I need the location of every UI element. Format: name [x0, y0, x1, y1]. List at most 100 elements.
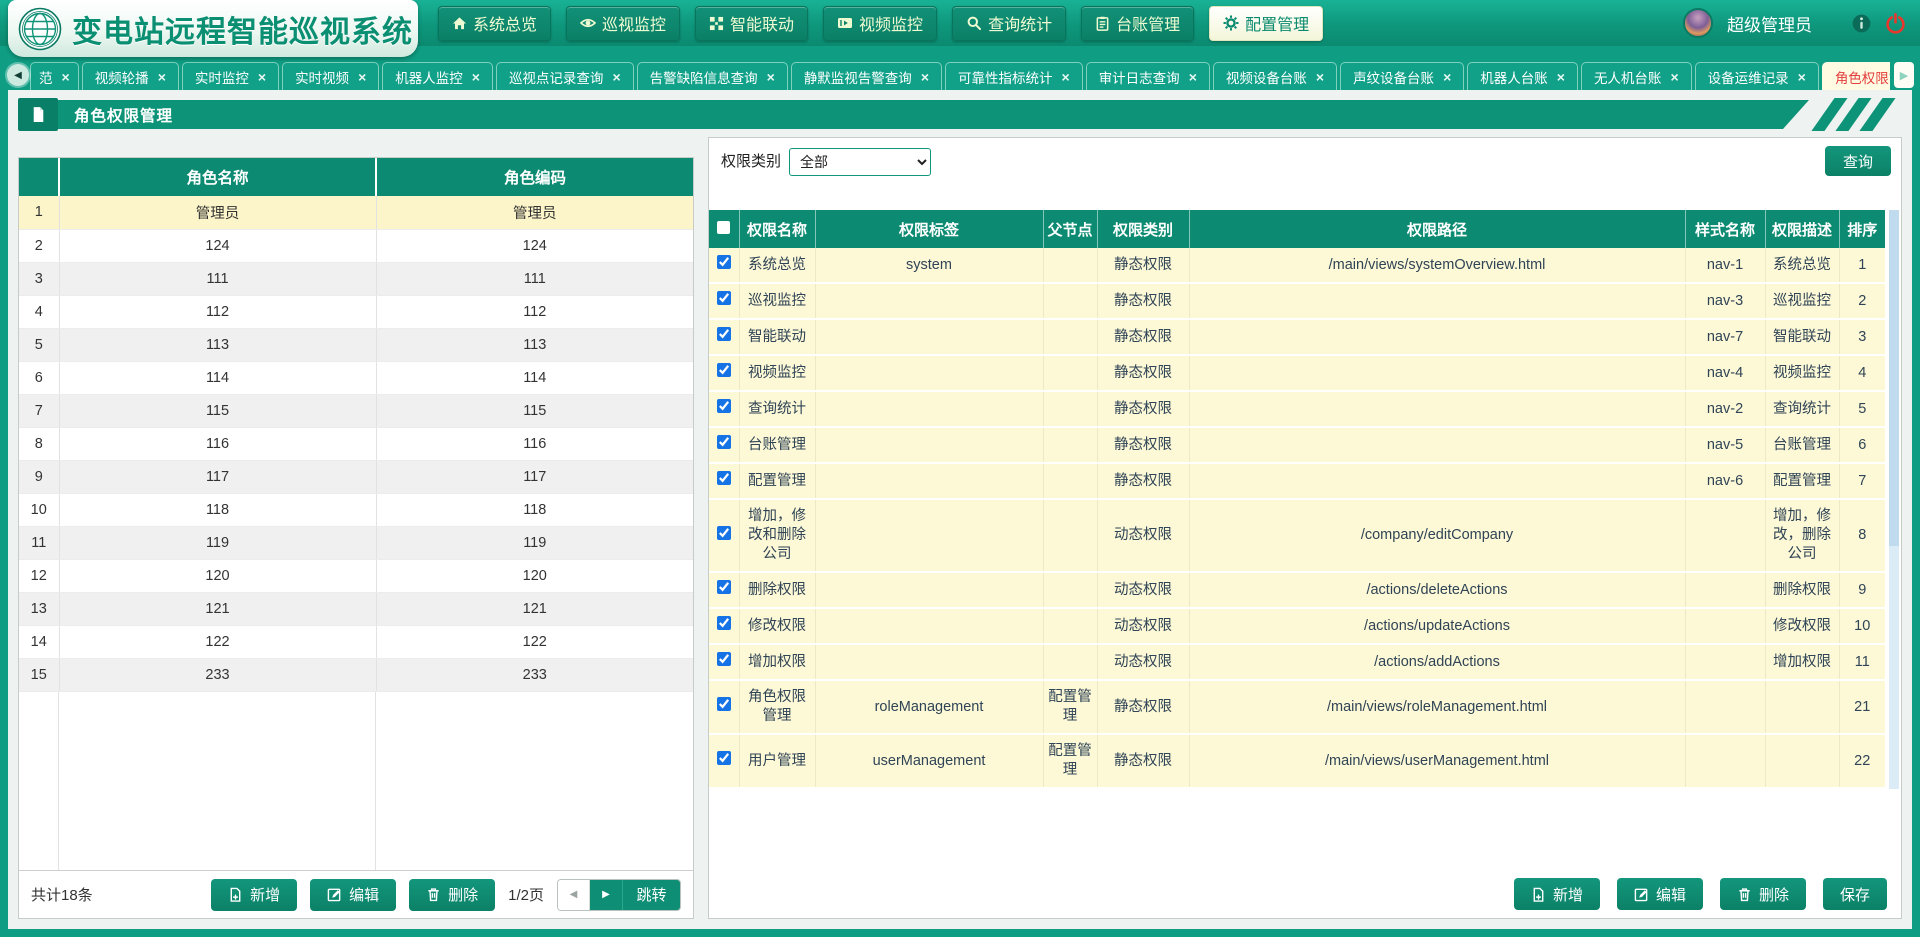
tab-item[interactable]: 范×: [30, 62, 79, 90]
perm-row[interactable]: 配置管理静态权限nav-6配置管理7: [709, 463, 1885, 499]
role-row[interactable]: 1管理员管理员: [19, 196, 693, 229]
perm-type-select[interactable]: 全部: [789, 148, 931, 176]
perm-edit-button[interactable]: 编辑: [1617, 878, 1703, 910]
nav-ledger[interactable]: 台账管理: [1081, 6, 1194, 41]
tab-item[interactable]: 设备运维记录×: [1695, 62, 1819, 90]
tab-close-icon[interactable]: ×: [358, 70, 366, 84]
role-row[interactable]: 5113113: [19, 328, 693, 361]
role-row[interactable]: 10118118: [19, 493, 693, 526]
search-button[interactable]: 查询: [1825, 146, 1891, 176]
perm-row-checkbox[interactable]: [717, 471, 731, 485]
perm-save-button[interactable]: 保存: [1823, 878, 1887, 910]
tab-close-icon[interactable]: ×: [1670, 70, 1678, 84]
nav-video-monitor[interactable]: 视频监控: [823, 6, 937, 41]
perm-row[interactable]: 增加，修改和删除公司动态权限/company/editCompany增加，修改，…: [709, 499, 1885, 572]
role-row[interactable]: 2124124: [19, 229, 693, 262]
perm-row[interactable]: 台账管理静态权限nav-5台账管理6: [709, 427, 1885, 463]
tab-item[interactable]: 静默监视告警查询×: [791, 62, 942, 90]
perm-row-checkbox[interactable]: [717, 399, 731, 413]
perm-delete-button[interactable]: 删除: [1720, 878, 1806, 910]
tab-close-icon[interactable]: ×: [612, 70, 620, 84]
tab-item[interactable]: 实时监控×: [182, 62, 279, 90]
perm-row[interactable]: 角色权限管理roleManagement配置管理静态权限/main/views/…: [709, 680, 1885, 734]
perm-row[interactable]: 删除权限动态权限/actions/deleteActions删除权限9: [709, 572, 1885, 608]
tab-item[interactable]: 视频设备台账×: [1213, 62, 1337, 90]
perm-row-checkbox[interactable]: [717, 697, 731, 711]
info-icon[interactable]: [1852, 14, 1871, 33]
tab-close-icon[interactable]: ×: [1189, 70, 1197, 84]
perm-row[interactable]: 增加权限动态权限/actions/addActions增加权限11: [709, 644, 1885, 680]
role-row[interactable]: 8116116: [19, 427, 693, 460]
perm-row[interactable]: 视频监控静态权限nav-4视频监控4: [709, 355, 1885, 391]
role-row[interactable]: 6114114: [19, 361, 693, 394]
tab-close-icon[interactable]: ×: [767, 70, 775, 84]
avatar[interactable]: [1683, 8, 1713, 38]
role-row[interactable]: 13121121: [19, 592, 693, 625]
tab-item[interactable]: 实时视频×: [282, 62, 379, 90]
perm-row-checkbox[interactable]: [717, 526, 731, 540]
tab-item[interactable]: 机器人监控×: [382, 62, 493, 90]
perm-row-checkbox[interactable]: [717, 435, 731, 449]
jump-page-button[interactable]: 跳转: [622, 880, 680, 910]
tab-item[interactable]: 视频轮播×: [82, 62, 179, 90]
tab-item[interactable]: 角色权限管理×: [1822, 62, 1890, 90]
perm-row-checkbox[interactable]: [717, 580, 731, 594]
tab-close-icon[interactable]: ×: [1798, 70, 1806, 84]
power-icon[interactable]: [1885, 13, 1906, 34]
nav-overview[interactable]: 系统总览: [438, 6, 551, 41]
tabs-scroll-right-button[interactable]: ▶: [1894, 62, 1914, 88]
perm-row[interactable]: 用户管理userManagement配置管理静态权限/main/views/us…: [709, 734, 1885, 788]
tab-close-icon[interactable]: ×: [1316, 70, 1324, 84]
tab-item[interactable]: 机器人台账×: [1467, 62, 1578, 90]
role-delete-button[interactable]: 删除: [409, 879, 495, 911]
perm-row[interactable]: 修改权限动态权限/actions/updateActions修改权限10: [709, 608, 1885, 644]
role-row[interactable]: 4112112: [19, 295, 693, 328]
perm-row-checkbox[interactable]: [717, 751, 731, 765]
nav-query-stats[interactable]: 查询统计: [952, 6, 1066, 41]
role-row[interactable]: 12120120: [19, 559, 693, 592]
perm-type-cell: 静态权限: [1097, 319, 1189, 355]
tab-item[interactable]: 审计日志查询×: [1086, 62, 1210, 90]
role-row[interactable]: 11119119: [19, 526, 693, 559]
nav-patrol-monitor[interactable]: 巡视监控: [566, 6, 680, 41]
tab-close-icon[interactable]: ×: [921, 70, 929, 84]
role-row[interactable]: 14122122: [19, 625, 693, 658]
tab-close-icon[interactable]: ×: [62, 70, 70, 84]
select-all-checkbox[interactable]: [717, 221, 730, 234]
role-edit-button[interactable]: 编辑: [310, 879, 396, 911]
perm-row-checkbox[interactable]: [717, 363, 731, 377]
tab-item[interactable]: 可靠性指标统计×: [945, 62, 1083, 90]
perm-row[interactable]: 智能联动静态权限nav-7智能联动3: [709, 319, 1885, 355]
tabs-scroll-left-button[interactable]: ◀: [7, 64, 29, 86]
tab-item[interactable]: 无人机台账×: [1581, 62, 1692, 90]
perm-row-checkbox[interactable]: [717, 291, 731, 305]
perm-row[interactable]: 系统总览system静态权限/main/views/systemOverview…: [709, 248, 1885, 283]
tab-close-icon[interactable]: ×: [1443, 70, 1451, 84]
nav-smart-link[interactable]: 智能联动: [695, 6, 808, 41]
nav-config[interactable]: 配置管理: [1209, 6, 1323, 41]
role-add-button[interactable]: 新增: [211, 879, 297, 911]
role-row[interactable]: 15233233: [19, 658, 693, 691]
role-row[interactable]: 9117117: [19, 460, 693, 493]
perm-row[interactable]: 查询统计静态权限nav-2查询统计5: [709, 391, 1885, 427]
perm-row-checkbox[interactable]: [717, 255, 731, 269]
next-page-button[interactable]: ▶: [590, 880, 622, 910]
role-row[interactable]: 7115115: [19, 394, 693, 427]
tab-close-icon[interactable]: ×: [1062, 70, 1070, 84]
perm-scrollbar-thumb[interactable]: [1889, 210, 1899, 546]
tab-close-icon[interactable]: ×: [258, 70, 266, 84]
tab-close-icon[interactable]: ×: [1557, 70, 1565, 84]
prev-page-button[interactable]: ◀: [558, 880, 590, 910]
tab-item[interactable]: 巡视点记录查询×: [496, 62, 634, 90]
perm-add-button[interactable]: 新增: [1514, 878, 1600, 910]
perm-row-checkbox[interactable]: [717, 652, 731, 666]
tab-item[interactable]: 告警缺陷信息查询×: [637, 62, 788, 90]
perm-row[interactable]: 巡视监控静态权限nav-3巡视监控2: [709, 283, 1885, 319]
tab-close-icon[interactable]: ×: [472, 70, 480, 84]
role-row[interactable]: 3111111: [19, 262, 693, 295]
tab-item[interactable]: 声纹设备台账×: [1340, 62, 1464, 90]
perm-scrollbar-track[interactable]: [1889, 210, 1899, 789]
perm-row-checkbox[interactable]: [717, 616, 731, 630]
perm-row-checkbox[interactable]: [717, 327, 731, 341]
tab-close-icon[interactable]: ×: [158, 70, 166, 84]
